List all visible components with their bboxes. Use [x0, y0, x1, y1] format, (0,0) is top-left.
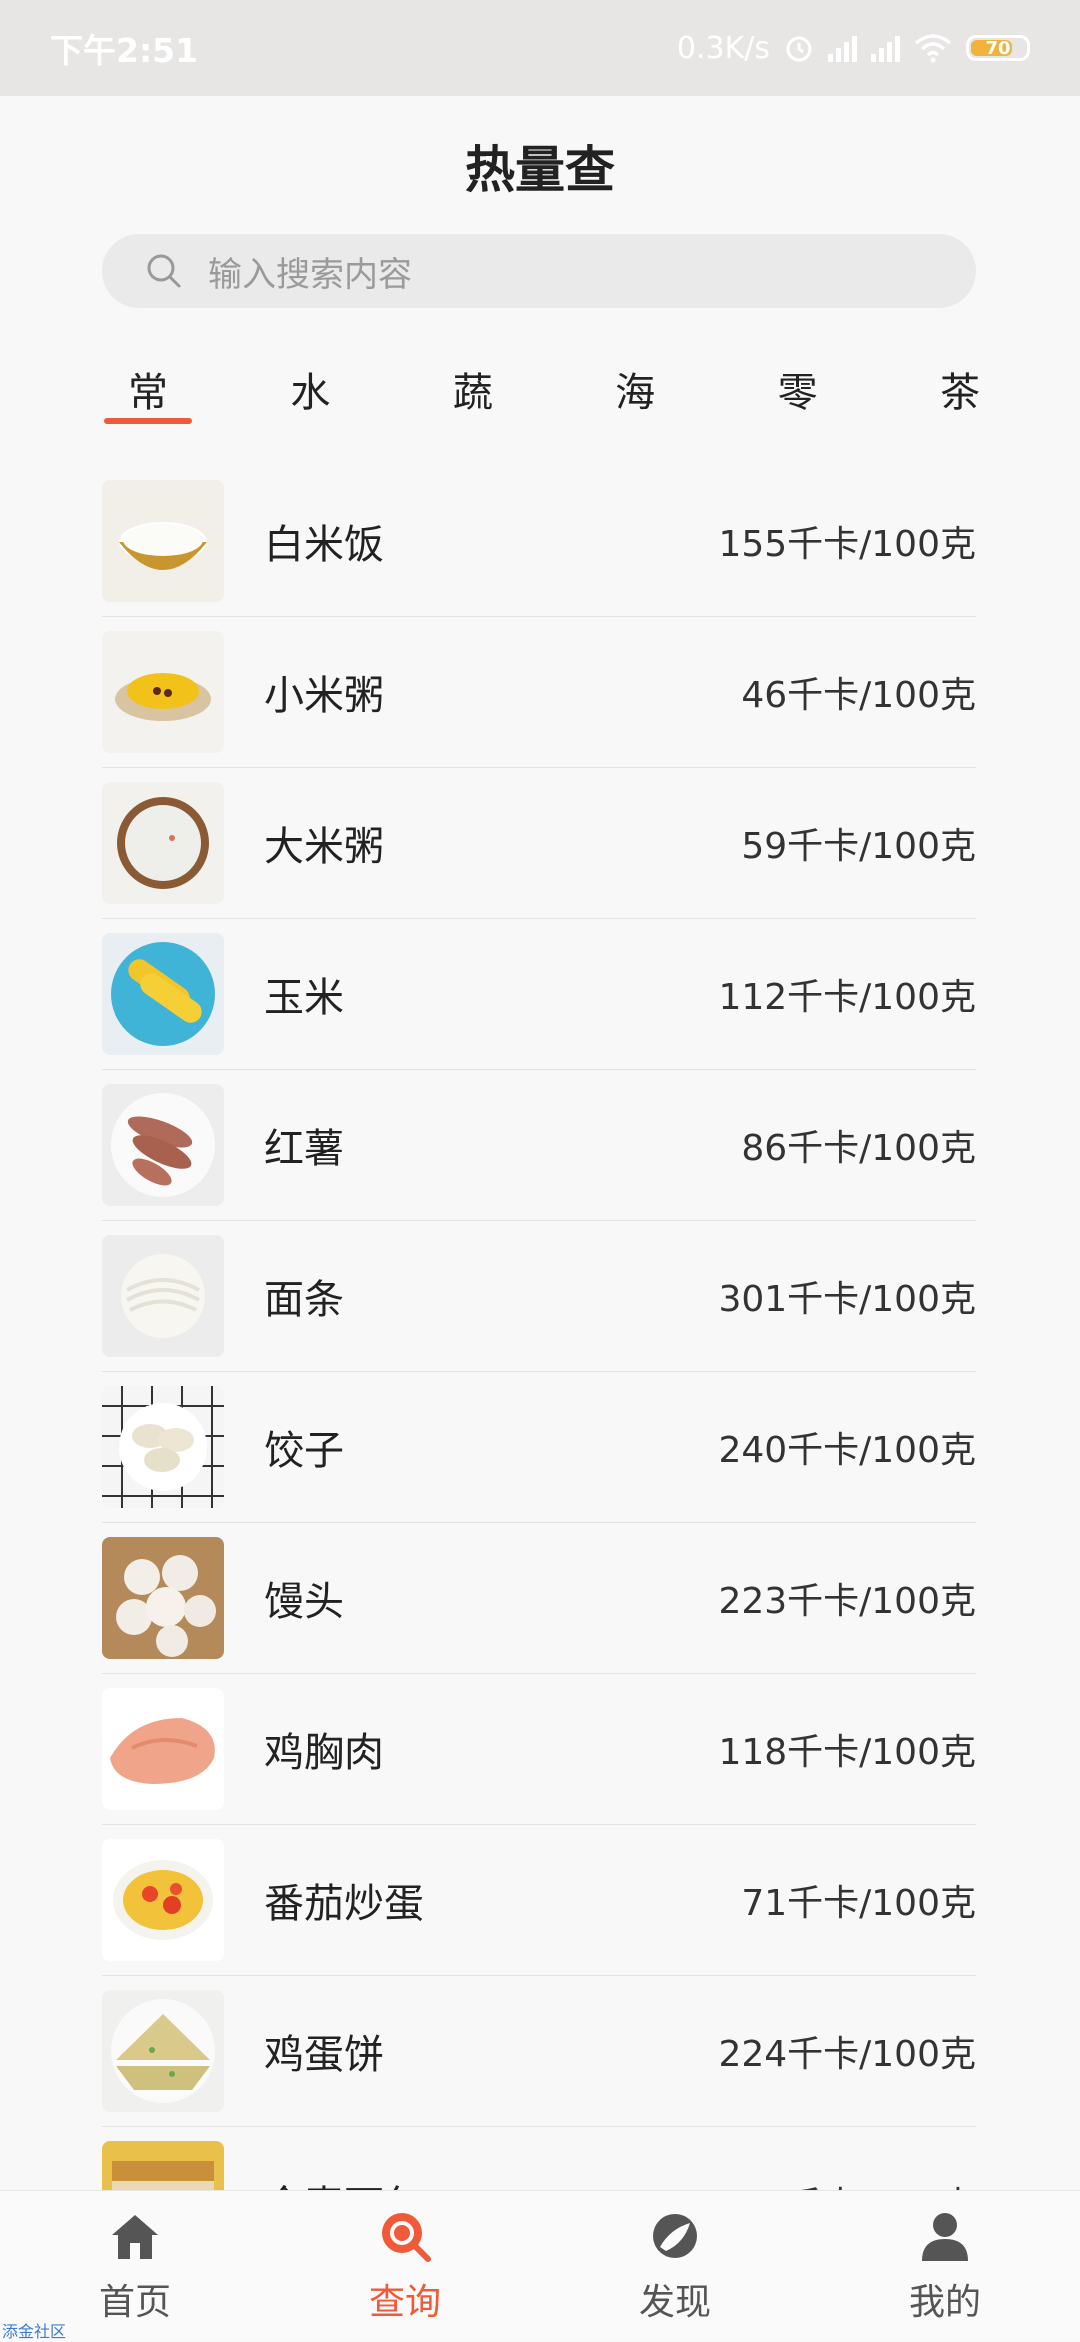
tab-vegetable[interactable]: 蔬	[413, 340, 533, 440]
status-icons: 0.3K/s 70	[677, 31, 1030, 66]
food-calories: 224千卡/100克	[718, 2034, 976, 2075]
search-icon	[147, 254, 181, 288]
nav-discover[interactable]: 发现	[540, 2191, 810, 2341]
query-icon	[382, 2213, 431, 2262]
food-list: 白米饭 155千卡/100克 小米粥 46千卡/100克 大米粥 59千卡/10…	[102, 466, 976, 2278]
food-item[interactable]: 饺子 240千卡/100克	[102, 1372, 976, 1523]
nav-label: 我的	[908, 2282, 981, 2323]
status-bar: 下午2:51 0.3K/s 70	[0, 0, 1080, 96]
alarm-icon	[786, 36, 812, 62]
food-item[interactable]: 玉米 112千卡/100克	[102, 919, 976, 1070]
battery-icon: 70	[966, 35, 1030, 61]
food-name: 小米粥	[264, 673, 384, 719]
tab-label: 水	[290, 370, 331, 416]
signal-icon-2	[871, 34, 900, 62]
food-calories: 59千卡/100克	[741, 826, 976, 867]
egg-pancake-image	[102, 1990, 224, 2112]
food-calories: 112千卡/100克	[718, 977, 976, 1018]
bottom-nav: 首页 查询 发现 我的	[0, 2190, 1080, 2341]
food-name: 馒头	[264, 1579, 344, 1625]
food-item[interactable]: 鸡胸肉 118千卡/100克	[102, 1674, 976, 1825]
profile-icon	[922, 2213, 968, 2261]
tab-tea[interactable]: 茶	[900, 340, 1020, 440]
net-speed: 0.3K/s	[676, 30, 770, 66]
tab-label: 零	[777, 370, 818, 416]
tab-seafood[interactable]: 海	[575, 340, 695, 440]
rice-image	[102, 480, 224, 602]
food-name: 白米饭	[264, 522, 384, 568]
food-item[interactable]: 馒头 223千卡/100克	[102, 1523, 976, 1674]
food-calories: 71千卡/100克	[741, 1883, 976, 1924]
watermark: 添金社区	[2, 2322, 67, 2341]
food-item[interactable]: 白米饭 155千卡/100克	[102, 466, 976, 617]
discover-icon	[653, 2214, 697, 2258]
food-calories: 223千卡/100克	[718, 1581, 976, 1622]
search-placeholder: 输入搜索内容	[208, 254, 412, 295]
dumplings-image	[102, 1386, 224, 1508]
food-item[interactable]: 鸡蛋饼 224千卡/100克	[102, 1976, 976, 2127]
nav-label: 查询	[368, 2282, 441, 2323]
rice-porridge-image	[102, 782, 224, 904]
signal-icon	[828, 34, 857, 62]
food-name: 鸡胸肉	[264, 1730, 384, 1776]
tab-snack[interactable]: 零	[738, 340, 858, 440]
food-name: 大米粥	[264, 824, 384, 870]
food-calories: 155千卡/100克	[718, 524, 976, 565]
category-tabs: 常 水 蔬 海 零 茶	[88, 340, 1020, 440]
millet-porridge-image	[102, 631, 224, 753]
food-calories: 301千卡/100克	[718, 1279, 976, 1320]
tab-label: 海	[615, 370, 656, 416]
tab-label: 茶	[939, 370, 980, 416]
food-item[interactable]: 红薯 86千卡/100克	[102, 1070, 976, 1221]
food-name: 饺子	[264, 1428, 344, 1474]
food-calories: 118千卡/100克	[718, 1732, 976, 1773]
noodles-image	[102, 1235, 224, 1357]
corn-image	[102, 933, 224, 1055]
food-calories: 86千卡/100克	[741, 1128, 976, 1169]
page-title: 热量查	[465, 141, 615, 199]
food-item[interactable]: 番茄炒蛋 71千卡/100克	[102, 1825, 976, 1976]
food-name: 鸡蛋饼	[264, 2032, 384, 2078]
battery-level: 70	[985, 37, 1011, 59]
tab-label: 常	[128, 370, 168, 416]
search-bar[interactable]: 输入搜索内容	[102, 234, 976, 308]
food-name: 面条	[264, 1277, 344, 1323]
nav-query[interactable]: 查询	[270, 2191, 540, 2341]
sweet-potato-image	[102, 1084, 224, 1206]
wifi-icon	[914, 34, 952, 63]
food-name: 玉米	[264, 975, 344, 1021]
nav-label: 发现	[638, 2282, 711, 2323]
food-calories: 46千卡/100克	[741, 675, 976, 716]
chicken-breast-image	[102, 1688, 224, 1810]
nav-profile[interactable]: 我的	[810, 2191, 1080, 2341]
food-calories: 240千卡/100克	[718, 1430, 976, 1471]
tab-label: 蔬	[452, 370, 493, 416]
food-item[interactable]: 大米粥 59千卡/100克	[102, 768, 976, 919]
tab-water[interactable]: 水	[250, 340, 370, 440]
nav-label: 首页	[98, 2282, 171, 2323]
status-time: 下午2:51	[50, 31, 199, 70]
food-item[interactable]: 面条 301千卡/100克	[102, 1221, 976, 1372]
tab-common[interactable]: 常	[88, 340, 208, 440]
steamed-bun-image	[102, 1537, 224, 1659]
food-name: 番茄炒蛋	[264, 1881, 424, 1927]
home-icon	[112, 2215, 158, 2259]
tomato-egg-image	[102, 1839, 224, 1961]
food-name: 红薯	[264, 1126, 344, 1172]
food-item[interactable]: 小米粥 46千卡/100克	[102, 617, 976, 768]
